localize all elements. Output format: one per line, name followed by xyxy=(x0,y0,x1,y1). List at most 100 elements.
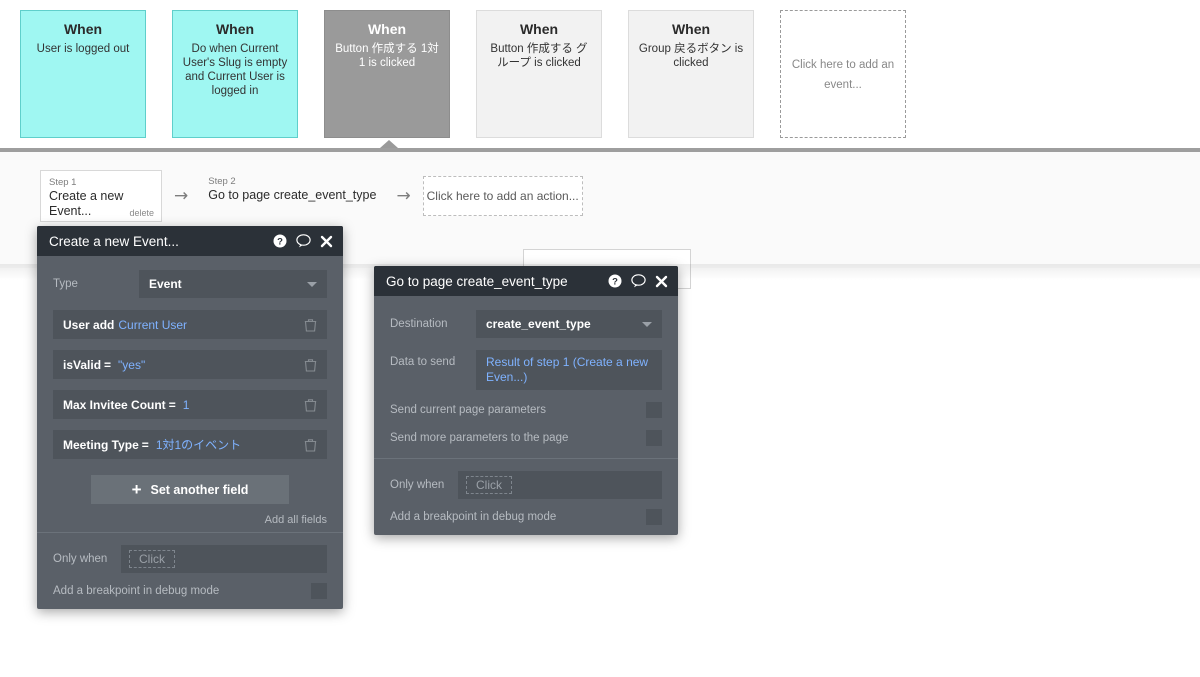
steps-row: Step 1 Create a new Event... delete → St… xyxy=(40,170,583,222)
dialog-divider xyxy=(37,532,343,533)
set-another-field-label: Set another field xyxy=(150,482,249,497)
event-description: User is logged out xyxy=(36,43,130,55)
field-row-meeting-type[interactable]: Meeting Type = 1対1のイベント xyxy=(53,430,327,459)
svg-text:?: ? xyxy=(612,277,618,288)
only-when-input[interactable]: Click xyxy=(121,545,327,573)
trash-icon[interactable] xyxy=(304,438,317,452)
breakpoint-label: Add a breakpoint in debug mode xyxy=(53,585,220,597)
only-when-input[interactable]: Click xyxy=(458,471,662,499)
dialog-goto-page-body: Destination create_event_type Data to se… xyxy=(374,296,678,535)
step-2[interactable]: Step 2 Go to page create_event_type xyxy=(200,170,384,222)
breakpoint-row: Add a breakpoint in debug mode xyxy=(390,509,662,525)
event-card-3-selected[interactable]: When Button 作成する 1対1 is clicked xyxy=(324,10,450,138)
field-row-text: isValid = "yes" xyxy=(63,357,146,372)
add-event-label: Click here to add an event... xyxy=(791,59,895,91)
field-row-user-add[interactable]: User add Current User xyxy=(53,310,327,339)
breakpoint-checkbox[interactable] xyxy=(311,583,327,599)
event-when-label: When xyxy=(367,21,407,37)
chevron-down-icon xyxy=(642,322,652,327)
event-card-4[interactable]: When Button 作成する グループ is clicked xyxy=(476,10,602,138)
step-arrow-icon: → xyxy=(174,185,189,206)
events-strip: When User is logged out When Do when Cur… xyxy=(0,0,1200,148)
step-2-label: Step 2 xyxy=(208,176,236,187)
breakpoint-row: Add a breakpoint in debug mode xyxy=(53,583,327,599)
step-1-label: Step 1 xyxy=(49,177,77,188)
chevron-down-icon xyxy=(307,282,317,287)
add-event-card[interactable]: Click here to add an event... xyxy=(780,10,906,138)
send-current-page-parameters-checkbox[interactable] xyxy=(646,402,662,418)
dialog-title: Create a new Event... xyxy=(49,233,179,249)
workflow-editor: When User is logged out When Do when Cur… xyxy=(0,0,1200,677)
event-description: Do when Current User's Slug is empty and… xyxy=(182,43,288,97)
close-icon[interactable] xyxy=(320,235,333,248)
send-more-parameters-checkbox[interactable] xyxy=(646,430,662,446)
help-icon[interactable]: ? xyxy=(608,274,622,288)
only-when-row: Only when Click xyxy=(390,471,662,499)
field-row-isvalid[interactable]: isValid = "yes" xyxy=(53,350,327,379)
trash-icon[interactable] xyxy=(304,358,317,372)
comment-icon[interactable] xyxy=(296,234,311,248)
breakpoint-label: Add a breakpoint in debug mode xyxy=(390,511,557,523)
dialog-go-to-page: Go to page create_event_type ? Destinati… xyxy=(374,266,678,535)
event-description: Group 戻るボタン is clicked xyxy=(638,43,744,69)
dialog-divider xyxy=(374,458,678,459)
send-more-parameters-label: Send more parameters to the page xyxy=(390,432,569,444)
only-when-label: Only when xyxy=(390,479,445,491)
destination-label: Destination xyxy=(390,318,448,330)
event-description: Button 作成する グループ is clicked xyxy=(490,43,588,69)
destination-select[interactable]: create_event_type xyxy=(476,310,662,338)
help-icon[interactable]: ? xyxy=(273,234,287,248)
step-2-title: Go to page create_event_type xyxy=(208,188,377,202)
selected-card-caret xyxy=(380,140,398,148)
event-description: Button 作成する 1対1 is clicked xyxy=(335,43,439,69)
event-when-label: When xyxy=(519,21,559,37)
type-label: Type xyxy=(53,278,78,290)
field-row-text: User add Current User xyxy=(63,317,188,332)
type-select[interactable]: Event xyxy=(139,270,327,298)
event-card-1[interactable]: When User is logged out xyxy=(20,10,146,138)
step-arrow-icon: → xyxy=(396,185,411,206)
send-current-page-parameters-label: Send current page parameters xyxy=(390,404,546,416)
type-row: Type Event xyxy=(53,270,327,298)
set-another-field-button[interactable]: + Set another field xyxy=(91,475,289,504)
only-when-placeholder: Click xyxy=(466,476,512,494)
only-when-row: Only when Click xyxy=(53,545,327,573)
send-current-page-parameters-row: Send current page parameters xyxy=(390,402,662,418)
field-row-max-invitee-count[interactable]: Max Invitee Count = 1 xyxy=(53,390,327,419)
send-more-parameters-row: Send more parameters to the page xyxy=(390,430,662,446)
comment-icon[interactable] xyxy=(631,274,646,288)
step-1-delete-link[interactable]: delete xyxy=(129,208,154,218)
svg-text:?: ? xyxy=(277,237,283,248)
add-action-label: Click here to add an action... xyxy=(426,189,579,203)
field-row-text: Meeting Type = 1対1のイベント xyxy=(63,438,242,452)
data-to-send-row: Data to send Result of step 1 (Create a … xyxy=(390,350,662,390)
dialog-create-event-titlebar: Create a new Event... ? xyxy=(37,226,343,256)
breakpoint-checkbox[interactable] xyxy=(646,509,662,525)
destination-select-value: create_event_type xyxy=(486,317,591,331)
dialog-titlebar-icons: ? xyxy=(608,274,668,288)
data-to-send-label: Data to send xyxy=(390,356,456,368)
close-icon[interactable] xyxy=(655,275,668,288)
plus-icon: + xyxy=(131,480,142,499)
field-row-text: Max Invitee Count = 1 xyxy=(63,397,190,412)
dialog-titlebar-icons: ? xyxy=(273,234,333,248)
destination-row: Destination create_event_type xyxy=(390,310,662,338)
dialog-goto-page-titlebar: Go to page create_event_type ? xyxy=(374,266,678,296)
event-card-2[interactable]: When Do when Current User's Slug is empt… xyxy=(172,10,298,138)
data-to-send-value[interactable]: Result of step 1 (Create a new Even...) xyxy=(476,350,662,390)
event-when-label: When xyxy=(215,21,255,37)
trash-icon[interactable] xyxy=(304,318,317,332)
dialog-create-event-body: Type Event User add Current User isValid =… xyxy=(37,256,343,609)
event-when-label: When xyxy=(671,21,711,37)
only-when-label: Only when xyxy=(53,553,108,565)
add-all-fields-link[interactable]: Add all fields xyxy=(53,514,327,526)
type-select-value: Event xyxy=(149,277,182,291)
event-when-label: When xyxy=(63,21,103,37)
event-card-5[interactable]: When Group 戻るボタン is clicked xyxy=(628,10,754,138)
step-1[interactable]: Step 1 Create a new Event... delete xyxy=(40,170,162,222)
trash-icon[interactable] xyxy=(304,398,317,412)
only-when-placeholder: Click xyxy=(129,550,175,568)
add-action-button[interactable]: Click here to add an action... xyxy=(422,176,583,216)
dialog-create-a-new-event: Create a new Event... ? Type Event User … xyxy=(37,226,343,609)
dialog-title: Go to page create_event_type xyxy=(386,273,568,289)
